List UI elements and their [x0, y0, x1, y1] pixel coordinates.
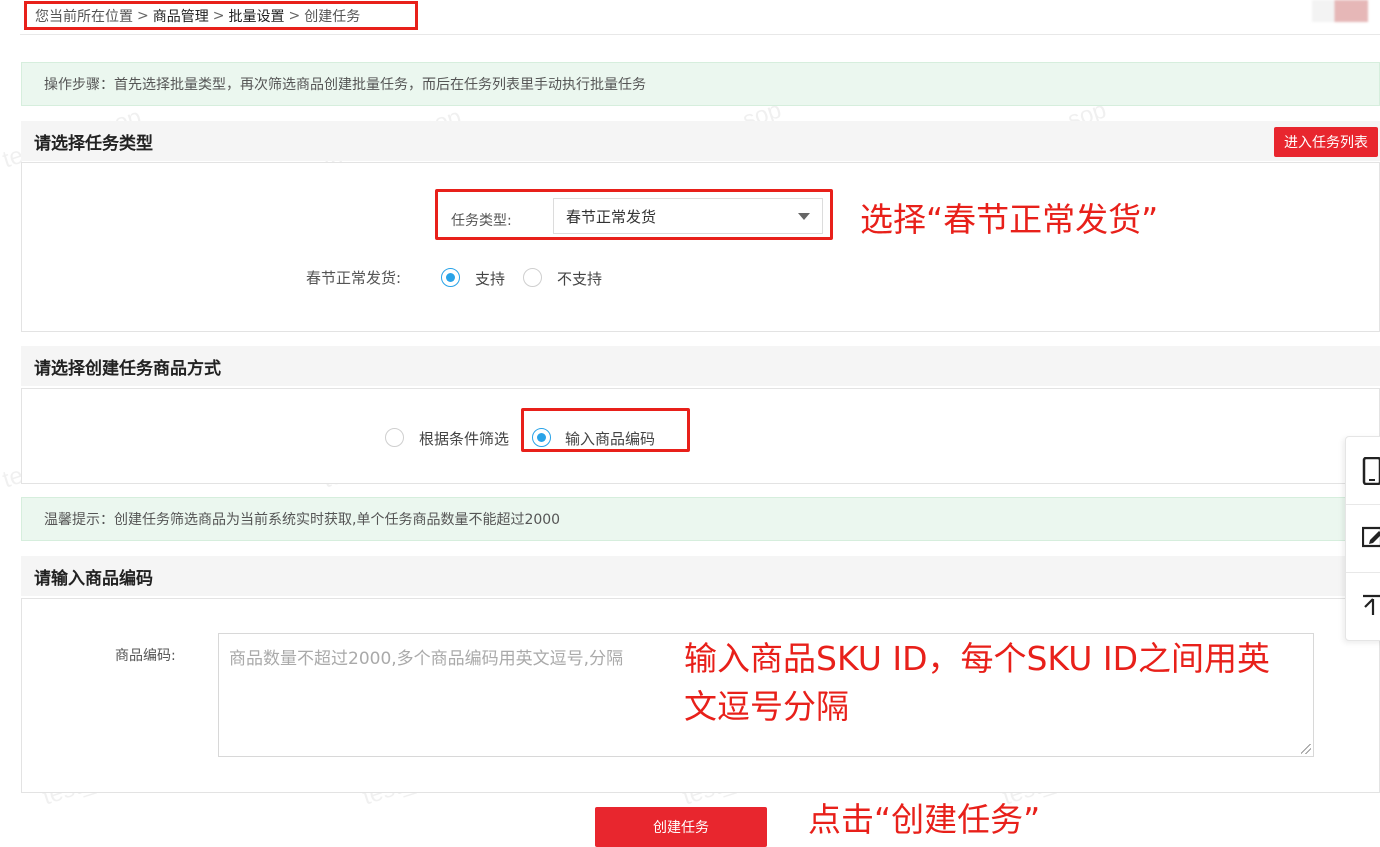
section-title-task-type: 请选择任务类型: [21, 121, 1380, 161]
warm-tip: 温馨提示：创建任务筛选商品为当前系统实时获取,单个任务商品数量不能超过2000: [21, 497, 1380, 541]
section-title: 请选择任务类型: [34, 133, 153, 154]
float-item-edit[interactable]: [1346, 505, 1380, 573]
section-title: 请选择创建任务商品方式: [34, 358, 221, 379]
enter-task-list-button[interactable]: 进入任务列表: [1274, 127, 1378, 157]
float-toolbar: [1345, 436, 1380, 641]
section-title: 请输入商品编码: [34, 568, 153, 589]
annotation-input-hint-line1: 输入商品SKU ID，每个SKU ID之间用英: [684, 639, 1270, 678]
annotation-box-task-type: [435, 189, 833, 240]
breadcrumb-item-create-task: 创建任务: [304, 8, 361, 25]
spring-festival-support-label: 春节正常发货:: [306, 269, 402, 287]
tip-text: 温馨提示：创建任务筛选商品为当前系统实时获取,单个任务商品数量不能超过2000: [44, 512, 561, 528]
product-code-label: 商品编码:: [115, 648, 176, 664]
radio-not-support[interactable]: [523, 268, 542, 287]
annotation-box-method: [521, 408, 690, 452]
phone-icon: [1362, 457, 1380, 485]
tip-text: 操作步骤：首先选择批量类型，再次筛选商品创建批量任务，而后在任务列表里手动执行批…: [44, 77, 646, 93]
breadcrumb-separator: >: [288, 7, 301, 24]
breadcrumb: 您当前所在位置 > 商品管理 > 批量设置 > 创建任务: [24, 1, 418, 30]
float-item-phone[interactable]: [1346, 437, 1380, 505]
section-body-method: [21, 388, 1380, 484]
annotation-select-hint: 选择“春节正常发货”: [860, 200, 1159, 239]
edit-icon: [1362, 526, 1380, 548]
radio-filter-by-condition-label[interactable]: 根据条件筛选: [419, 428, 509, 449]
breadcrumb-item-batch-settings[interactable]: 批量设置: [228, 6, 284, 26]
section-title-input-codes: 请输入商品编码: [21, 556, 1380, 596]
radio-not-support-label[interactable]: 不支持: [557, 268, 602, 289]
float-item-back-top[interactable]: [1346, 573, 1380, 641]
create-task-button[interactable]: 创建任务: [595, 807, 767, 847]
radio-support[interactable]: [441, 268, 460, 287]
annotation-input-hint-line2: 文逗号分隔: [684, 687, 849, 726]
radio-support-label[interactable]: 支持: [475, 268, 505, 289]
breadcrumb-separator: >: [212, 7, 225, 24]
resize-handle-icon[interactable]: [1301, 744, 1311, 754]
divider: [20, 34, 1380, 35]
section-title-method: 请选择创建任务商品方式: [21, 346, 1380, 386]
annotation-click-hint: 点击“创建任务”: [808, 800, 1041, 839]
back-to-top-icon: [1363, 594, 1380, 615]
breadcrumb-item-goods-management[interactable]: 商品管理: [153, 6, 209, 26]
radio-filter-by-condition[interactable]: [385, 428, 404, 447]
section-body-task-type: [21, 162, 1380, 332]
breadcrumb-separator: >: [137, 7, 149, 24]
page: test_pop_sop test_pop_sop test_pop_sop t…: [0, 0, 1380, 847]
product-code-placeholder: 商品数量不超过2000,多个商品编码用英文逗号,分隔: [229, 649, 624, 669]
breadcrumb-prefix: 您当前所在位置: [35, 8, 133, 25]
annotation-input-hint: 输入商品SKU ID，每个SKU ID之间用英 文逗号分隔: [684, 635, 1270, 731]
avatar[interactable]: [1312, 0, 1368, 22]
operation-steps-tip: 操作步骤：首先选择批量类型，再次筛选商品创建批量任务，而后在任务列表里手动执行批…: [21, 62, 1380, 106]
